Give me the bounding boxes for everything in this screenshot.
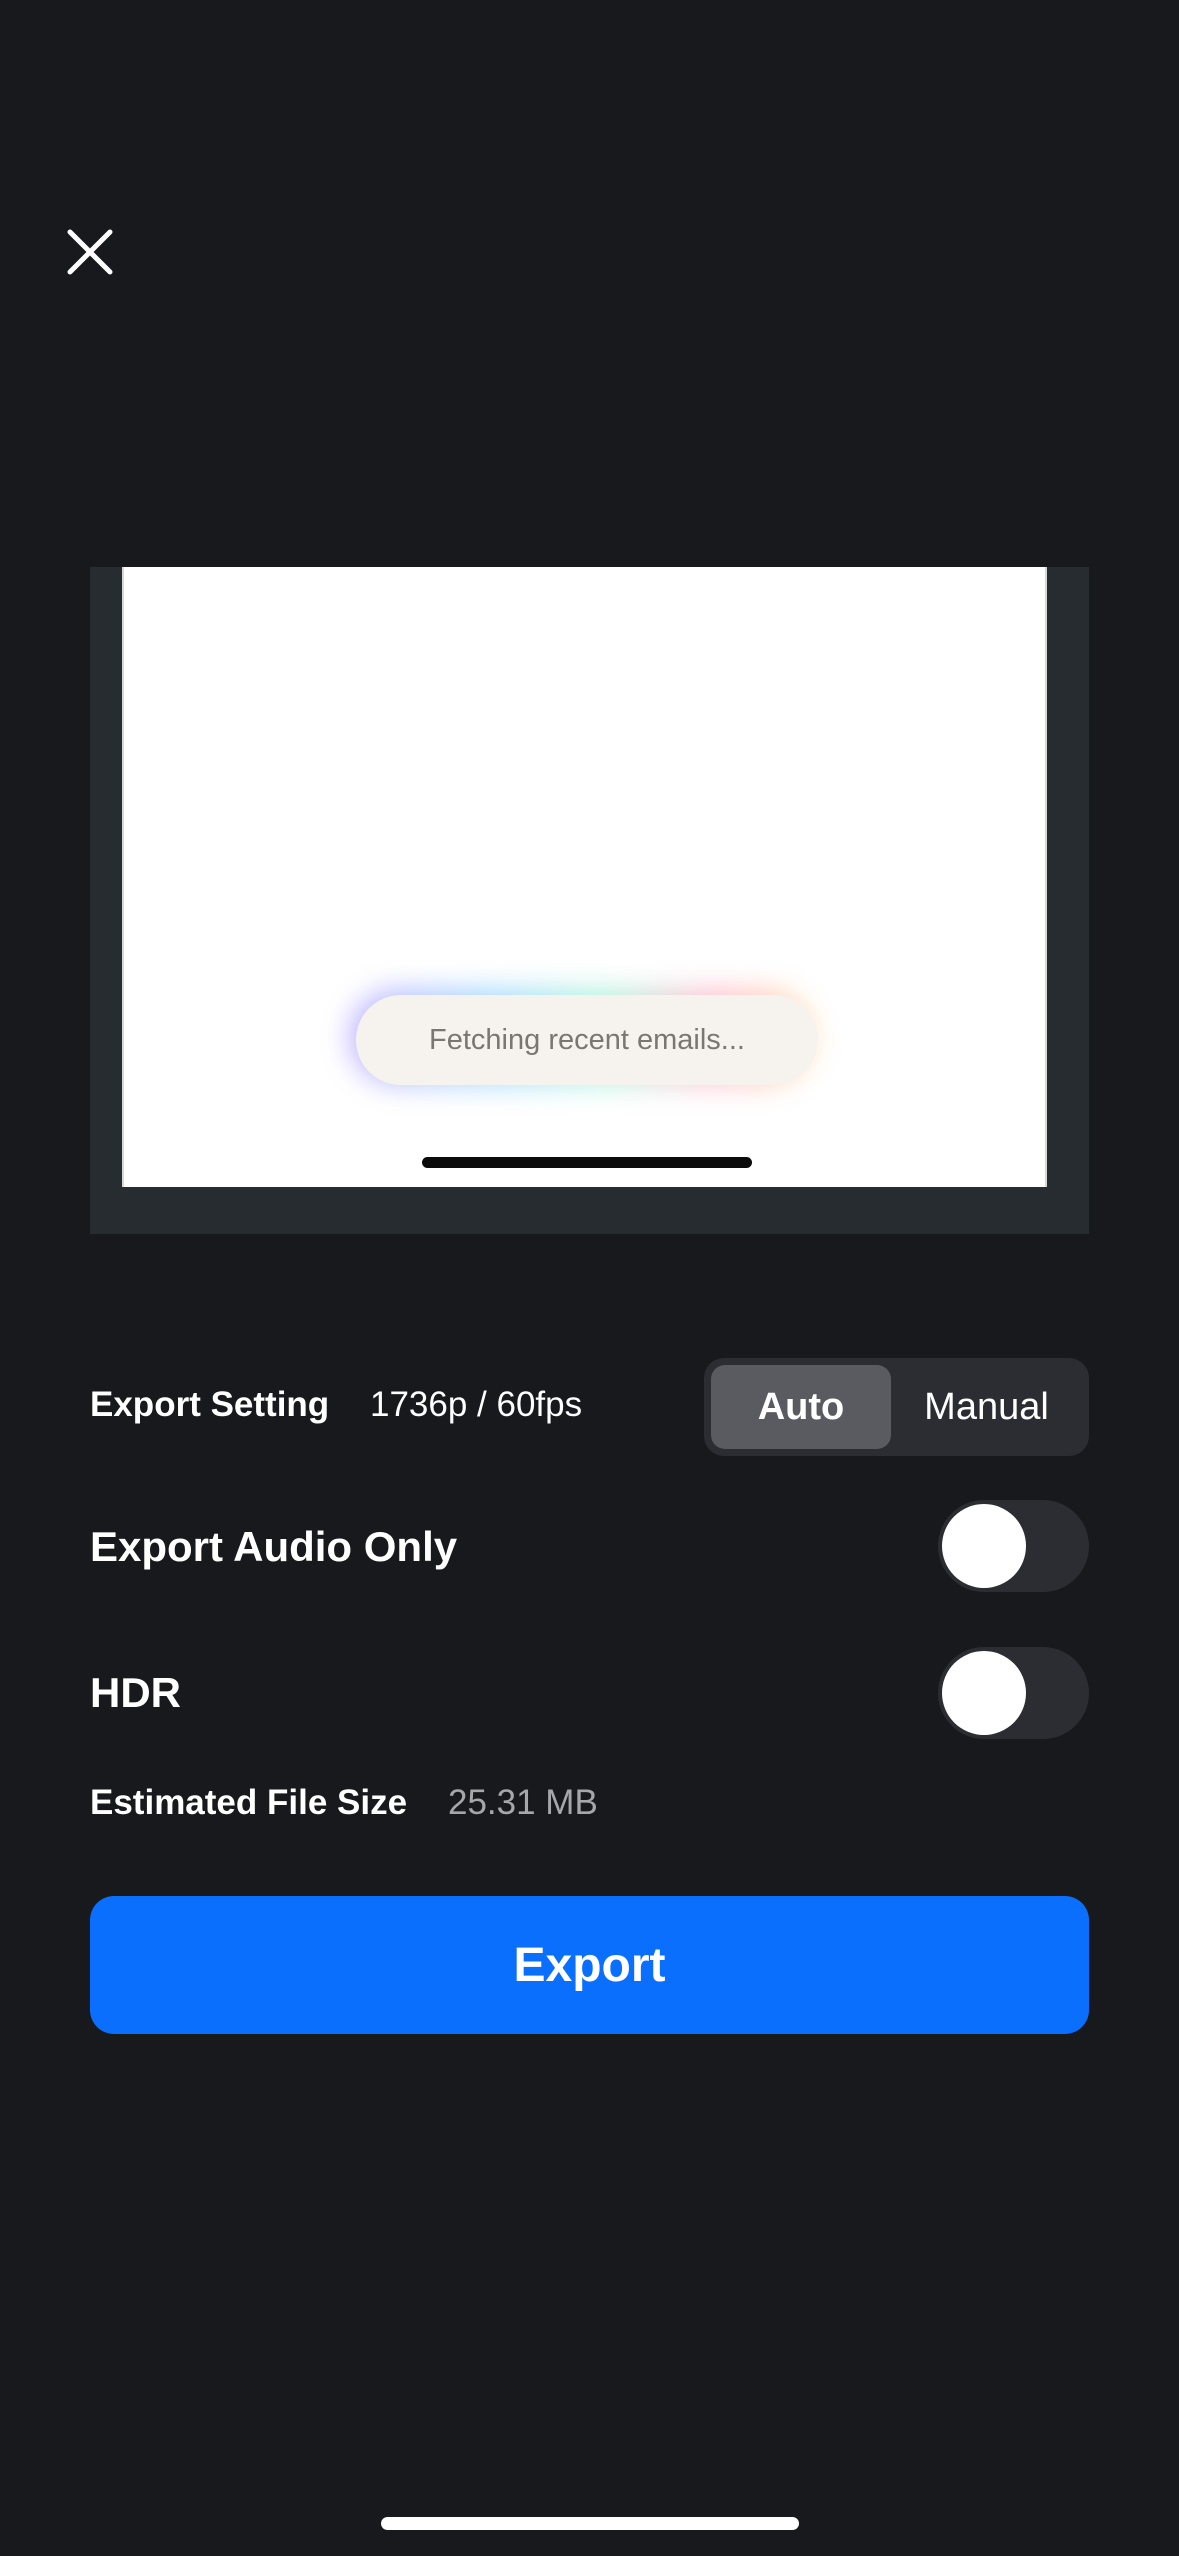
toggle-knob <box>942 1651 1026 1735</box>
export-setting-label: Export Setting <box>90 1385 330 1424</box>
mode-manual-option[interactable]: Manual <box>891 1365 1082 1449</box>
close-icon <box>67 229 113 275</box>
video-preview: Fetching recent emails... <box>90 567 1089 1234</box>
status-pill: Fetching recent emails... <box>356 995 818 1085</box>
close-button[interactable] <box>60 222 120 282</box>
export-audio-only-toggle[interactable] <box>938 1500 1089 1592</box>
toggle-knob <box>942 1504 1026 1588</box>
estimated-file-size-label: Estimated File Size <box>90 1783 408 1822</box>
home-indicator <box>381 2517 799 2530</box>
export-button-label: Export <box>513 1938 666 1992</box>
export-setting-value: 1736p / 60fps <box>370 1385 583 1424</box>
export-audio-only-label: Export Audio Only <box>90 1523 458 1570</box>
status-pill-text: Fetching recent emails... <box>429 1023 745 1056</box>
hdr-label: HDR <box>90 1669 181 1716</box>
export-mode-segmented-control: Auto Manual <box>704 1358 1089 1456</box>
estimated-file-size-value: 25.31 MB <box>448 1783 598 1822</box>
mode-auto-option[interactable]: Auto <box>711 1365 891 1449</box>
export-button[interactable]: Export <box>90 1896 1089 2034</box>
preview-home-indicator <box>422 1157 752 1168</box>
preview-screen: Fetching recent emails... <box>122 567 1047 1187</box>
hdr-toggle[interactable] <box>938 1647 1089 1739</box>
